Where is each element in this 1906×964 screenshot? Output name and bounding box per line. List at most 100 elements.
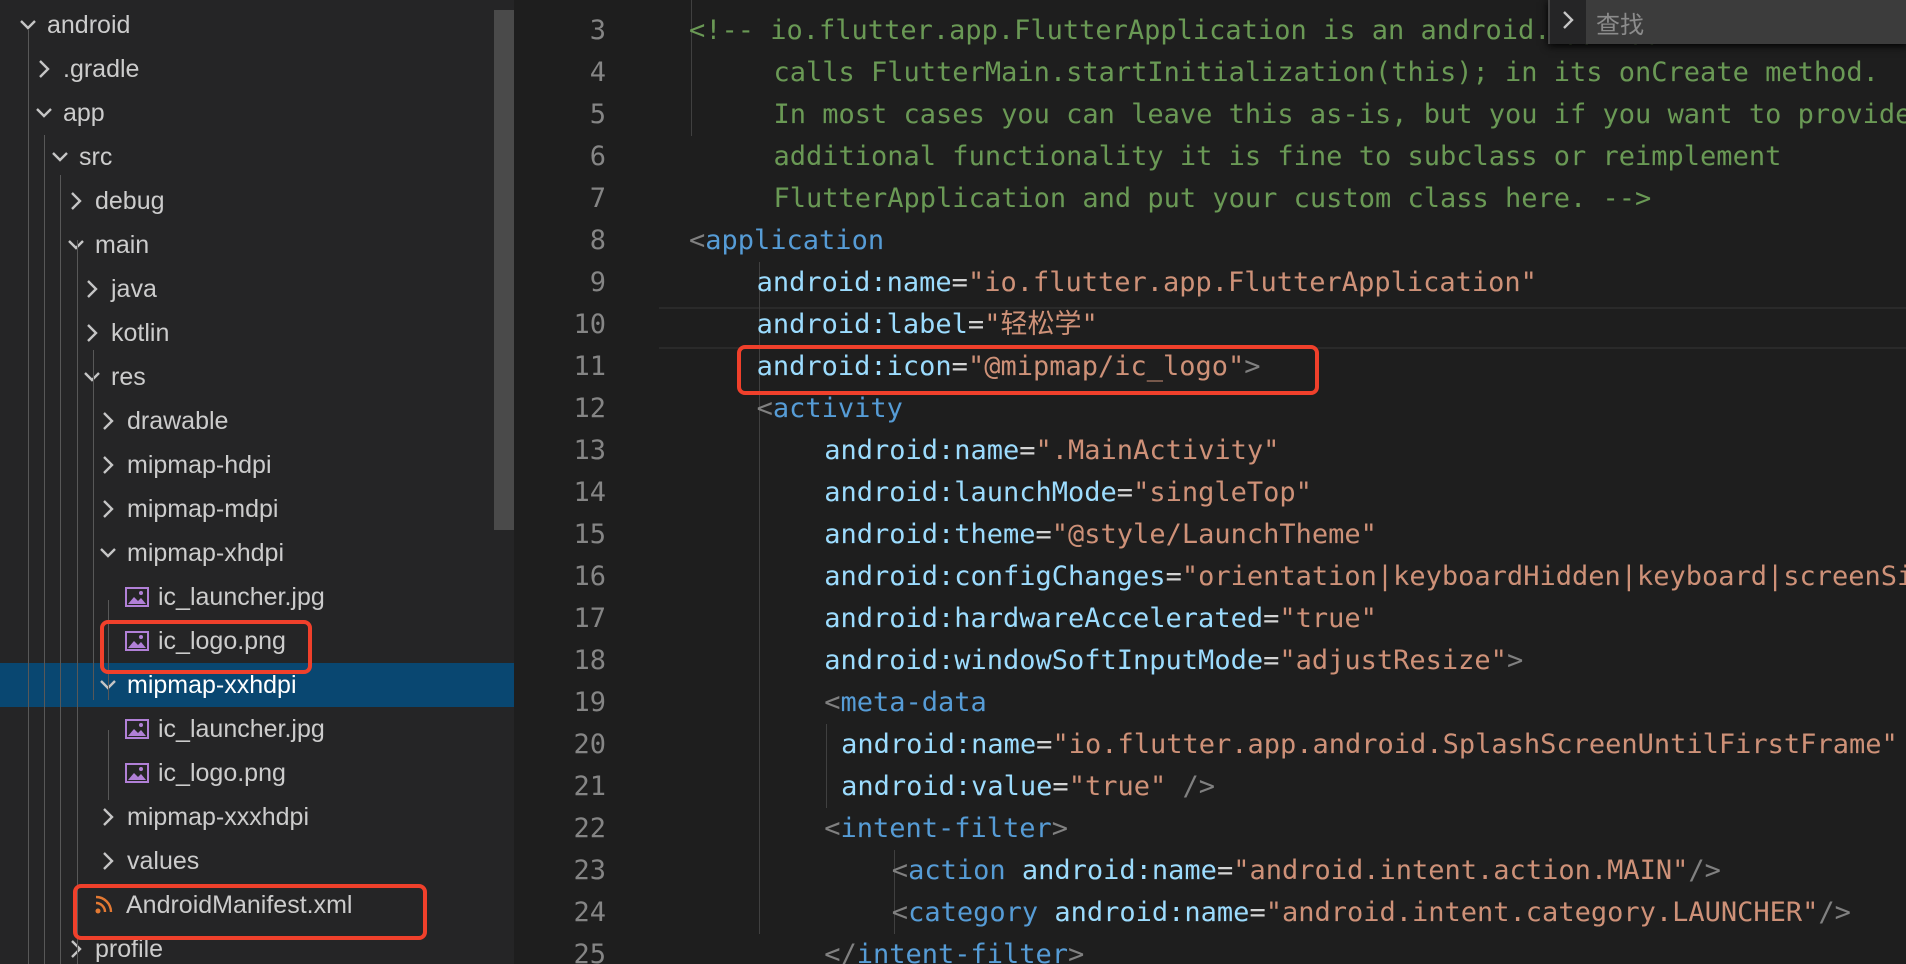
find-widget: 查找 (1548, 0, 1906, 44)
code-token: < (689, 225, 706, 256)
code-line[interactable]: </intent-filter> (824, 934, 1084, 964)
tree-folder[interactable]: app (0, 91, 514, 135)
chevron-right-icon[interactable] (95, 806, 121, 828)
tree-folder[interactable]: android (0, 3, 514, 47)
code-token: android:label (756, 309, 968, 340)
code-token: activity (772, 393, 903, 424)
code-line[interactable]: android:name="io.flutter.app.android.Spl… (841, 724, 1898, 766)
chevron-right-icon[interactable] (1550, 9, 1586, 36)
chevron-down-icon[interactable] (47, 150, 73, 164)
code-token: meta-data (840, 687, 987, 718)
chevron-down-icon[interactable] (63, 238, 89, 252)
tree-item-label: main (95, 230, 150, 259)
code-line[interactable]: In most cases you can leave this as-is, … (774, 94, 1906, 136)
code-token: > (1068, 939, 1085, 964)
code-token: ".MainActivity" (1035, 435, 1280, 466)
code-token: "@style/LaunchTheme" (1051, 519, 1377, 550)
code-token: android:name (756, 267, 952, 298)
tree-item-label: ic_launcher.jpg (158, 582, 325, 611)
code-token: = (967, 309, 985, 340)
code-line[interactable]: android:name=".MainActivity" (824, 430, 1279, 472)
highlight-icon-line (737, 345, 1319, 395)
code-line[interactable]: android:name="io.flutter.app.FlutterAppl… (757, 262, 1537, 304)
code-token: android:windowSoftInputMode (824, 645, 1264, 676)
code-token: "orientation|keyboardHidden|keyboard|scr… (1181, 561, 1906, 592)
line-number: 25 (573, 939, 606, 964)
chevron-right-icon[interactable] (95, 498, 121, 520)
line-number: 5 (589, 99, 606, 130)
tree-folder[interactable]: .gradle (0, 47, 514, 91)
line-number: 15 (573, 519, 606, 550)
code-token: /> (1166, 771, 1216, 802)
chevron-right-icon[interactable] (79, 322, 105, 344)
code-line[interactable]: calls FlutterMain.startInitialization(th… (774, 52, 1879, 94)
code-line[interactable]: <action android:name="android.intent.act… (892, 850, 1721, 892)
tree-folder[interactable]: debug (0, 179, 514, 223)
file-explorer: android .gradle app src debug main java kotlin r… (0, 0, 514, 964)
line-number: 9 (589, 267, 606, 298)
line-number: 14 (573, 477, 606, 508)
code-line[interactable]: android:windowSoftInputMode="adjustResiz… (824, 640, 1523, 682)
code-line[interactable]: android:launchMode="singleTop" (824, 472, 1312, 514)
line-number: 4 (589, 57, 606, 88)
tree-item-label: app (63, 98, 105, 127)
chevron-right-icon[interactable] (63, 938, 89, 960)
code-token: = (1249, 897, 1266, 928)
tree-folder[interactable]: src (0, 135, 514, 179)
code-token: intent-filter (840, 813, 1052, 844)
tree-item-label: ic_launcher.jpg (158, 714, 325, 743)
image-file-icon (124, 586, 150, 608)
chevron-right-icon[interactable] (31, 58, 57, 80)
chevron-down-icon[interactable] (31, 106, 57, 120)
chevron-right-icon[interactable] (95, 850, 121, 872)
code-line[interactable]: additional functionality it is fine to s… (774, 136, 1782, 178)
code-token: = (1036, 729, 1053, 760)
code-token: In most cases you can leave this as-is, … (773, 99, 1906, 130)
indent-guide (93, 350, 94, 700)
indent-guide (44, 135, 45, 964)
chevron-down-icon[interactable] (79, 370, 105, 384)
code-token: "android.intent.category.LAUNCHER" (1265, 897, 1819, 928)
tree-item-label: mipmap-hdpi (127, 450, 272, 479)
chevron-right-icon[interactable] (63, 190, 89, 212)
code-line[interactable]: android:hardwareAccelerated="true" (824, 598, 1377, 640)
code-line[interactable]: android:theme="@style/LaunchTheme" (824, 514, 1377, 556)
code-line[interactable]: android:value="true" /> (841, 766, 1215, 808)
code-line[interactable]: android:configChanges="orientation|keybo… (824, 556, 1906, 598)
line-number: 18 (573, 645, 606, 676)
code-token: android:value (841, 771, 1053, 802)
tree-item-label: res (111, 362, 146, 391)
line-number: 17 (573, 603, 606, 634)
code-line[interactable]: <application (689, 220, 884, 262)
code-line[interactable]: <intent-filter> (824, 808, 1068, 850)
code-editor[interactable]: 3 <!-- io.flutter.app.FlutterApplication … (514, 0, 1906, 964)
image-file-icon (124, 762, 150, 784)
line-number: 23 (573, 855, 606, 886)
code-token: android:configChanges (824, 561, 1166, 592)
code-token: = (1263, 645, 1280, 676)
highlight-android-manifest (73, 884, 427, 940)
chevron-down-icon[interactable] (95, 546, 121, 560)
code-line[interactable]: <category android:name="android.intent.c… (892, 892, 1851, 934)
code-line[interactable]: <meta-data (824, 682, 987, 724)
code-token: = (1165, 561, 1182, 592)
chevron-right-icon[interactable] (95, 410, 121, 432)
code-token: additional functionality it is fine to s… (773, 141, 1782, 172)
tree-item-label: mipmap-xhdpi (127, 538, 285, 567)
explorer-scrollbar[interactable] (494, 10, 514, 530)
tree-item-label: src (79, 142, 113, 171)
indent-guide (28, 30, 29, 964)
code-token: action (908, 855, 1006, 886)
code-line[interactable]: android:label="轻松学" (757, 304, 1098, 346)
code-token: android:name (1054, 897, 1250, 928)
chevron-right-icon[interactable] (79, 278, 105, 300)
line-number: 3 (589, 15, 606, 46)
tree-item-label: mipmap-mdpi (127, 494, 279, 523)
code-line[interactable]: FlutterApplication and put your custom c… (774, 178, 1652, 220)
image-file-icon (124, 718, 150, 740)
code-token: category (908, 897, 1039, 928)
find-input[interactable]: 查找 (1586, 0, 1906, 44)
tree-item-label: drawable (127, 406, 229, 435)
chevron-right-icon[interactable] (95, 454, 121, 476)
code-token: "io.flutter.app.FlutterApplication" (967, 267, 1537, 298)
